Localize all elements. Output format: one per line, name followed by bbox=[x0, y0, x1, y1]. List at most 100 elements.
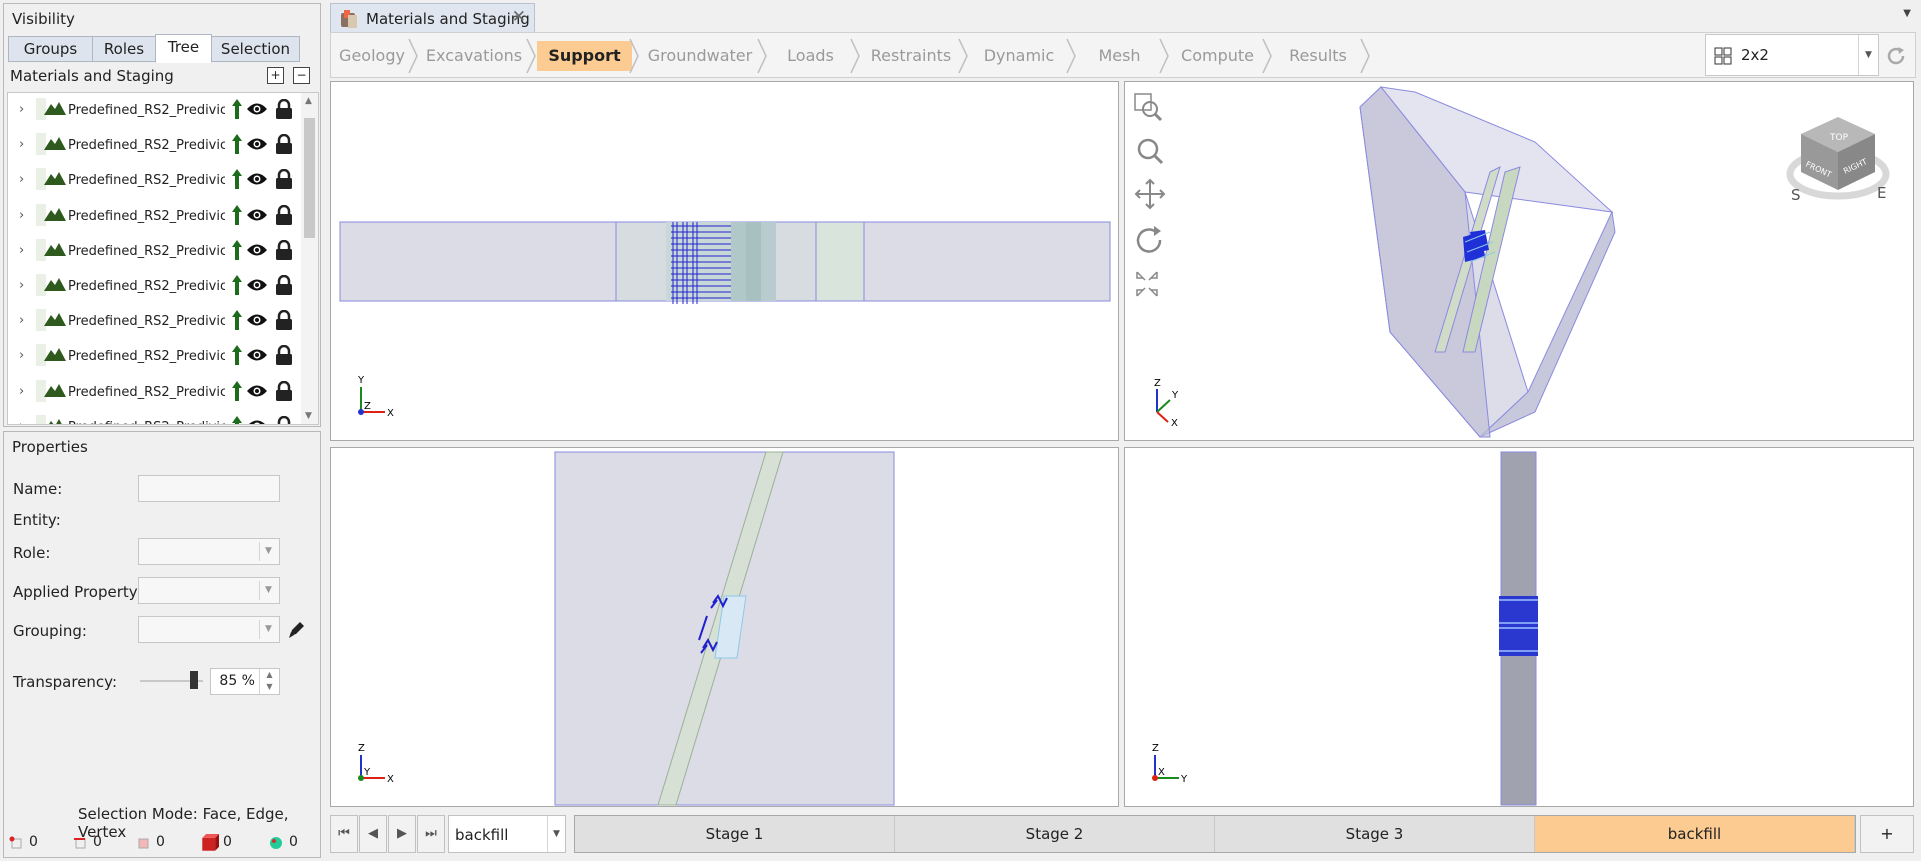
tab-roles[interactable]: Roles bbox=[92, 36, 156, 62]
chevron-right-icon[interactable]: › bbox=[19, 102, 24, 117]
tab-groups[interactable]: Groups bbox=[8, 36, 93, 62]
lock-icon[interactable] bbox=[275, 380, 293, 401]
last-stage-button[interactable]: ⏭ bbox=[417, 815, 445, 853]
arrow-up-icon[interactable] bbox=[232, 345, 242, 366]
scroll-up-icon[interactable]: ▲ bbox=[305, 96, 312, 106]
eye-icon[interactable] bbox=[246, 313, 268, 327]
tree-scrollbar[interactable]: ▲ ▼ bbox=[301, 93, 318, 424]
eye-icon[interactable] bbox=[246, 278, 268, 292]
eye-icon[interactable] bbox=[246, 384, 268, 398]
zoom-icon[interactable] bbox=[1137, 138, 1164, 165]
scroll-down-icon[interactable]: ▼ bbox=[305, 411, 312, 421]
arrow-up-icon[interactable] bbox=[232, 239, 242, 260]
scrollbar-thumb[interactable] bbox=[304, 118, 315, 238]
close-icon[interactable]: ✕ bbox=[512, 7, 526, 27]
role-select[interactable]: ▼ bbox=[138, 538, 280, 565]
eye-icon[interactable] bbox=[246, 208, 268, 222]
arrow-up-icon[interactable] bbox=[232, 99, 242, 119]
arrow-up-icon[interactable] bbox=[232, 204, 242, 225]
arrow-up-icon[interactable] bbox=[232, 310, 242, 331]
workflow-step-mesh[interactable]: Mesh bbox=[1077, 41, 1162, 71]
lock-icon[interactable] bbox=[275, 310, 293, 331]
eye-icon[interactable] bbox=[246, 419, 268, 425]
tree-item[interactable]: › Predefined_RS2_Predivic bbox=[8, 128, 303, 163]
workflow-step-geology[interactable]: Geology bbox=[333, 41, 411, 71]
chevron-right-icon[interactable]: › bbox=[19, 313, 24, 328]
chevron-right-icon[interactable]: › bbox=[19, 137, 24, 152]
eye-icon[interactable] bbox=[246, 137, 268, 151]
arrow-up-icon[interactable] bbox=[232, 169, 242, 190]
next-stage-button[interactable]: ▶ bbox=[388, 815, 416, 853]
transparency-slider-thumb[interactable] bbox=[189, 671, 198, 689]
tree-item[interactable]: › Predefined_RS2_Predivic bbox=[8, 375, 303, 410]
tree-item[interactable]: › Predefined_RS2_Predivic bbox=[8, 93, 303, 128]
stage-tab[interactable]: backfill bbox=[1535, 816, 1855, 852]
name-field[interactable] bbox=[138, 475, 280, 502]
zoom-box-icon[interactable] bbox=[1134, 93, 1163, 122]
chevron-down-icon[interactable]: ▼ bbox=[1903, 8, 1911, 19]
workflow-step-loads[interactable]: Loads bbox=[768, 41, 853, 71]
refresh-icon[interactable] bbox=[1884, 44, 1908, 68]
collapse-all-icon[interactable]: − bbox=[293, 67, 310, 84]
lock-icon[interactable] bbox=[275, 169, 293, 190]
workflow-step-support[interactable]: Support bbox=[537, 41, 632, 71]
arrow-up-icon[interactable] bbox=[232, 380, 242, 401]
chevron-right-icon[interactable]: › bbox=[19, 348, 24, 363]
workflow-step-excavations[interactable]: Excavations bbox=[419, 41, 529, 71]
grouping-select[interactable]: ▼ bbox=[138, 616, 280, 643]
lock-icon[interactable] bbox=[275, 204, 293, 225]
chevron-right-icon[interactable]: › bbox=[19, 419, 24, 424]
eye-icon[interactable] bbox=[246, 243, 268, 257]
zoom-extents-icon[interactable] bbox=[1136, 271, 1158, 297]
workflow-step-compute[interactable]: Compute bbox=[1170, 41, 1265, 71]
document-tab[interactable]: Materials and Staging ✕ bbox=[330, 3, 535, 33]
workflow-step-groundwater[interactable]: Groundwater bbox=[640, 41, 760, 71]
prev-stage-button[interactable]: ◀ bbox=[359, 815, 387, 853]
viewport-perspective[interactable]: TOP FRONT RIGHT S E Z Y X bbox=[1124, 81, 1914, 441]
tab-tree[interactable]: Tree bbox=[155, 34, 212, 63]
tree-item[interactable]: › Predefined_RS2_Predivic bbox=[8, 234, 303, 269]
workflow-step-results[interactable]: Results bbox=[1273, 41, 1363, 71]
tree-item[interactable]: › Predefined_RS2_Predivic bbox=[8, 163, 303, 198]
tree-item[interactable]: › Predefined_RS2_Predivic bbox=[8, 304, 303, 339]
view-cube[interactable]: TOP FRONT RIGHT S E bbox=[1786, 117, 1890, 204]
viewport-side[interactable]: Z Y X bbox=[330, 447, 1119, 807]
chevron-right-icon[interactable]: › bbox=[19, 172, 24, 187]
tree-item[interactable]: › Predefined_RS2_Predivic bbox=[8, 199, 303, 234]
chevron-right-icon[interactable]: › bbox=[19, 278, 24, 293]
add-stage-button[interactable]: + bbox=[1860, 815, 1914, 853]
lock-icon[interactable] bbox=[275, 99, 293, 119]
eye-icon[interactable] bbox=[246, 172, 268, 186]
workflow-step-dynamic[interactable]: Dynamic bbox=[969, 41, 1069, 71]
transparency-input[interactable]: 85 % ▲ ▼ bbox=[210, 668, 280, 695]
tree-item[interactable]: › Predefined_RS2_Predivic bbox=[8, 410, 303, 425]
lock-icon[interactable] bbox=[275, 415, 293, 425]
spinner-icon[interactable]: ▲ ▼ bbox=[259, 669, 279, 694]
tree-item[interactable]: › Predefined_RS2_Predivic bbox=[8, 339, 303, 374]
pencil-icon[interactable] bbox=[286, 620, 306, 640]
tree-item[interactable]: › Predefined_RS2_Predivic bbox=[8, 269, 303, 304]
chevron-right-icon[interactable]: › bbox=[19, 243, 24, 258]
chevron-right-icon[interactable]: › bbox=[19, 208, 24, 223]
arrow-up-icon[interactable] bbox=[232, 415, 242, 425]
eye-icon[interactable] bbox=[246, 102, 268, 116]
stage-select[interactable]: backfill ▼ bbox=[448, 815, 566, 853]
lock-icon[interactable] bbox=[275, 134, 293, 155]
lock-icon[interactable] bbox=[275, 275, 293, 295]
viewport-end[interactable]: Z X Y bbox=[1124, 447, 1914, 807]
chevron-right-icon[interactable]: › bbox=[19, 384, 24, 399]
eye-icon[interactable] bbox=[246, 348, 268, 362]
layout-select[interactable]: 2x2 ▼ bbox=[1705, 34, 1879, 76]
viewport-front[interactable]: Y Z X bbox=[330, 81, 1119, 441]
arrow-up-icon[interactable] bbox=[232, 275, 242, 295]
arrow-up-icon[interactable] bbox=[232, 134, 242, 155]
applied-property-select[interactable]: ▼ bbox=[138, 577, 280, 604]
stage-tab[interactable]: Stage 3 bbox=[1215, 816, 1535, 852]
lock-icon[interactable] bbox=[275, 345, 293, 366]
workflow-step-restraints[interactable]: Restraints bbox=[861, 41, 961, 71]
expand-all-icon[interactable]: + bbox=[267, 67, 284, 84]
pan-icon[interactable] bbox=[1134, 178, 1166, 210]
first-stage-button[interactable]: ⏮ bbox=[330, 815, 358, 853]
stage-tab[interactable]: Stage 1 bbox=[575, 816, 895, 852]
stage-tab[interactable]: Stage 2 bbox=[895, 816, 1215, 852]
